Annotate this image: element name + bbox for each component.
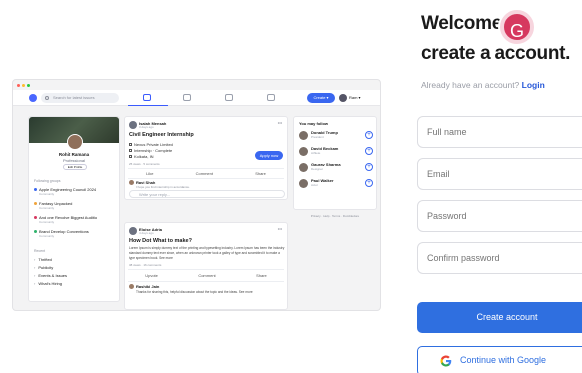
follow-icon: +	[365, 179, 373, 187]
people-icon	[183, 94, 191, 101]
divider	[128, 269, 284, 270]
continue-with-google-button[interactable]: Continue with Google	[417, 346, 582, 373]
preview-create-button: Create ▾	[307, 93, 335, 103]
minimize-dot	[22, 84, 25, 87]
suggestions-title: You may follow	[299, 121, 329, 126]
post-body: Lorem Ipsum is simply dummy text of the …	[129, 246, 285, 260]
like-action: Like	[146, 171, 154, 176]
avatar	[129, 121, 137, 129]
active-tab-indicator	[128, 105, 168, 106]
comment: Rashiki Jain	[129, 284, 159, 290]
suggested-person: Paul Walker Actor +	[299, 178, 373, 190]
user-avatar[interactable]: G	[500, 10, 534, 44]
upvote-action: Upvote	[145, 273, 158, 278]
user-name: Ram ▾	[349, 95, 361, 100]
follow-icon: +	[365, 131, 373, 139]
profile-name: Rohit Ramana	[58, 152, 90, 157]
group-item: Fantasy Unpacked Community	[34, 201, 118, 210]
group-item: Brand Develop Conventions Community	[34, 229, 118, 238]
share-action: Share	[255, 171, 266, 176]
feed-post: Isaiah Mensah 3 days ago ••• Civil Engin…	[124, 116, 288, 200]
post-meta: Kolkata, IN	[129, 154, 154, 159]
suggestions-card: You may follow Donald Trump President + Da…	[293, 116, 377, 210]
search-placeholder: Search for latest issues	[53, 95, 95, 100]
confirm-password-field[interactable]	[417, 242, 582, 274]
google-g-icon	[440, 355, 452, 367]
share-action: Share	[256, 273, 267, 278]
profile-card: Rohit Ramana Professional Edit Profile F…	[28, 116, 120, 302]
close-dot	[17, 84, 20, 87]
preview-search: Search for latest issues	[41, 93, 119, 103]
comment-text: Thanks for sharing this, helpful discuss…	[136, 290, 253, 294]
post-actions: Like Comment Share	[125, 171, 287, 176]
google-button-label: Continue with Google	[460, 355, 547, 365]
email-field[interactable]	[417, 158, 582, 190]
follow-icon: +	[365, 163, 373, 171]
suggested-person: Gaurav Sharma Designer +	[299, 162, 373, 174]
suggested-person: David Beckam Athlete +	[299, 146, 373, 158]
post-actions: Upvote Comment Share	[125, 273, 287, 278]
more-icon: •••	[277, 120, 282, 125]
post-meta: Nexus Private Limited	[129, 142, 173, 147]
recent-item: › Publicity	[34, 265, 54, 270]
recent-item: › Events & Issues	[34, 273, 68, 278]
suggested-person: Donald Trump President +	[299, 130, 373, 142]
recent-item: › What's Hiring	[34, 281, 63, 286]
app-preview: Search for latest issues Create ▾ Ram ▾ …	[12, 79, 381, 311]
follow-icon: +	[365, 147, 373, 155]
feed-post: Eloise Adria 4 days ago ••• How Dot What…	[124, 222, 288, 310]
signup-page: Search for latest issues Create ▾ Ram ▾ …	[0, 0, 582, 373]
recent-item: › Thrifted	[34, 257, 52, 262]
full-name-field[interactable]	[417, 116, 582, 148]
group-item: Apple Engineering Council 2024 Community	[34, 187, 118, 196]
divider	[128, 281, 284, 282]
login-prompt: Already have an account? Login	[421, 80, 545, 90]
edit-profile-button: Edit Profile	[63, 164, 87, 170]
password-field[interactable]	[417, 200, 582, 232]
post-time: 3 days ago	[139, 125, 154, 129]
profile-avatar	[67, 134, 83, 150]
comment-action: Comment	[198, 273, 216, 278]
search-icon	[45, 96, 49, 100]
post-meta: Internship · Complete	[129, 148, 172, 153]
divider	[128, 178, 284, 179]
avatar	[339, 93, 347, 102]
divider	[128, 168, 284, 169]
recent-heading: Recent	[34, 249, 46, 253]
comment-action: Comment	[195, 171, 213, 176]
welcome-heading: Welcome	[421, 13, 502, 34]
post-time: 4 days ago	[139, 231, 154, 235]
post-stats: 38 views · 16 comments	[129, 263, 162, 267]
avatar	[129, 227, 137, 235]
jobs-icon	[225, 94, 233, 101]
groups-heading: Following groups	[34, 179, 61, 183]
preview-footer: Privacy · Help · Terms · Dumbledore	[310, 214, 360, 218]
post-title: Civil Engineer Internship	[129, 132, 194, 138]
welcome-subheading: create a account.	[421, 43, 571, 64]
reply-input: Write your reply...	[129, 190, 285, 198]
maximize-dot	[27, 84, 30, 87]
group-item: And one Revolve Biggest Auditio Community	[34, 215, 118, 224]
comment-text: I hope you find internship in accordance…	[136, 185, 190, 189]
preview-user-menu: Ram ▾	[339, 93, 361, 103]
app-logo-icon	[29, 94, 37, 102]
window-controls	[17, 84, 30, 87]
apply-now-button: Apply now	[255, 151, 283, 160]
profile-role: Professional	[62, 158, 85, 163]
login-link[interactable]: Login	[522, 80, 545, 90]
post-stats: 25 views · 5 comments	[129, 162, 160, 166]
more-icon: •••	[277, 226, 282, 231]
create-account-button[interactable]: Create account	[417, 302, 582, 333]
preview-top-nav: Search for latest issues Create ▾ Ram ▾	[13, 90, 380, 106]
notifications-icon	[267, 94, 275, 101]
post-title: How Dot What to make?	[129, 238, 192, 244]
home-icon	[143, 94, 151, 101]
